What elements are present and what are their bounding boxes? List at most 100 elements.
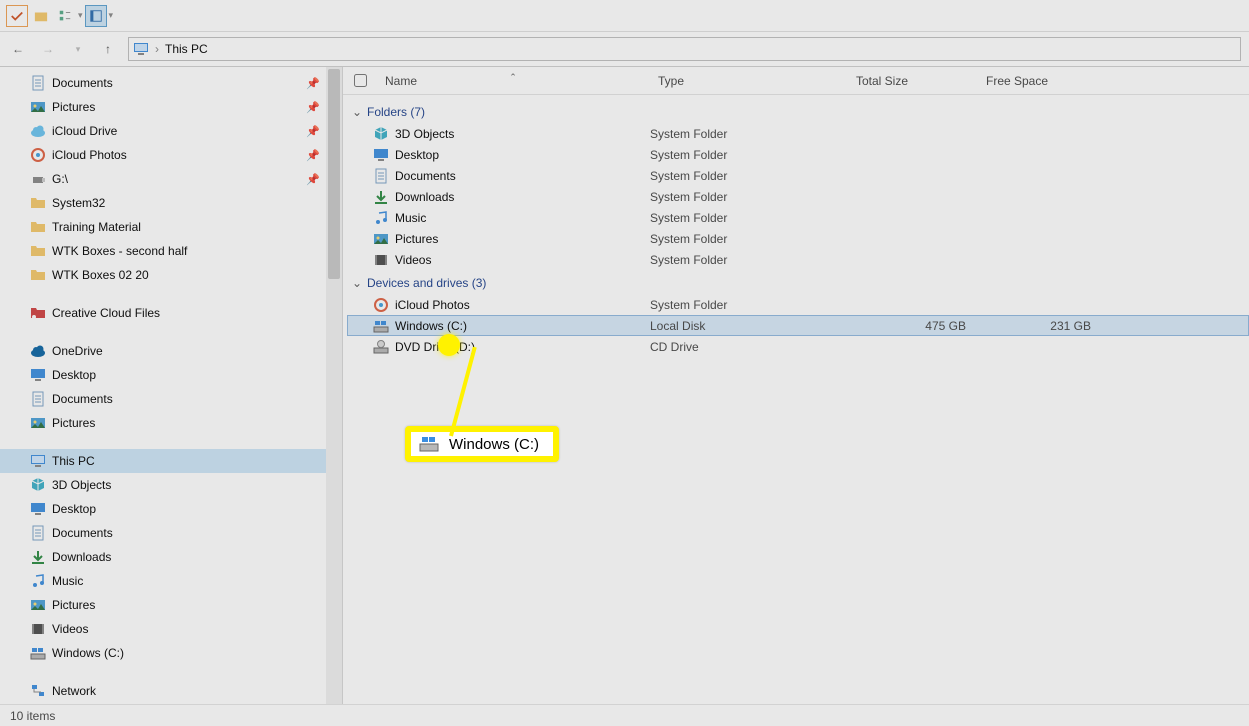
list-item-icloud-photos[interactable]: iCloud PhotosSystem Folder (347, 294, 1249, 315)
3d-icon (30, 477, 46, 493)
dvd-icon (373, 339, 389, 355)
desktop-icon (373, 147, 389, 163)
content-pane: Name⌃ Type Total Size Free Space ⌄Folder… (343, 67, 1249, 704)
sidebar-item-pictures[interactable]: Pictures (0, 411, 342, 435)
group-header-folders[interactable]: ⌄Folders (7) (347, 101, 1249, 123)
sidebar-item-pictures[interactable]: Pictures📌 (0, 95, 342, 119)
column-name[interactable]: Name⌃ (377, 74, 650, 88)
video-icon (30, 621, 46, 637)
sidebar-item-pictures[interactable]: Pictures (0, 593, 342, 617)
pc-icon (30, 453, 46, 469)
pin-icon: 📌 (306, 101, 320, 114)
icloud-drive-icon (30, 123, 46, 139)
creative-icon (30, 305, 46, 321)
sidebar-item-wtk-boxes-second-half[interactable]: WTK Boxes - second half (0, 239, 342, 263)
folder-icon (30, 267, 46, 283)
folder-icon (30, 195, 46, 211)
desktop-icon (30, 367, 46, 383)
breadcrumb-separator: › (155, 42, 159, 56)
sidebar-item-desktop[interactable]: Desktop (0, 363, 342, 387)
column-free-space[interactable]: Free Space (978, 74, 1113, 88)
music-icon (30, 573, 46, 589)
sidebar-item-this-pc[interactable]: This PC (0, 449, 342, 473)
annotation-callout: Windows (C:) (405, 426, 559, 462)
sidebar-item-documents[interactable]: Documents (0, 521, 342, 545)
sidebar-item-windows-c[interactable]: Windows (C:) (0, 641, 342, 665)
list-item-music[interactable]: MusicSystem Folder (347, 207, 1249, 228)
onedrive-icon (30, 343, 46, 359)
sidebar-item-wtk-boxes-02-20[interactable]: WTK Boxes 02 20 (0, 263, 342, 287)
pic-icon (30, 99, 46, 115)
sidebar-item-videos[interactable]: Videos (0, 617, 342, 641)
sidebar-item-g[interactable]: G:\📌 (0, 167, 342, 191)
list-item-3d-objects[interactable]: 3D ObjectsSystem Folder (347, 123, 1249, 144)
sidebar-item-system32[interactable]: System32 (0, 191, 342, 215)
sidebar-item-desktop[interactable]: Desktop (0, 497, 342, 521)
pin-icon: 📌 (306, 149, 320, 162)
column-headers: Name⌃ Type Total Size Free Space (343, 67, 1249, 95)
recent-dropdown[interactable]: ▾ (68, 39, 88, 59)
doc-icon (30, 75, 46, 91)
sidebar-item-3d-objects[interactable]: 3D Objects (0, 473, 342, 497)
sidebar-scrollbar[interactable] (326, 67, 342, 704)
callout-label: Windows (C:) (449, 436, 539, 453)
sidebar-item-downloads[interactable]: Downloads (0, 545, 342, 569)
sidebar-item-documents[interactable]: Documents📌 (0, 71, 342, 95)
qat-view-button[interactable] (85, 5, 107, 27)
pin-icon: 📌 (306, 125, 320, 138)
music-icon (373, 210, 389, 226)
list-item-documents[interactable]: DocumentsSystem Folder (347, 165, 1249, 186)
list-item-pictures[interactable]: PicturesSystem Folder (347, 228, 1249, 249)
list-item-downloads[interactable]: DownloadsSystem Folder (347, 186, 1249, 207)
status-text: 10 items (10, 709, 55, 723)
net-icon (30, 683, 46, 699)
navigation-bar: ← → ▾ ↑ › This PC (0, 32, 1249, 66)
sidebar-item-creative-cloud-files[interactable]: Creative Cloud Files (0, 301, 342, 325)
usb-icon (30, 171, 46, 187)
doc-icon (373, 168, 389, 184)
select-all-checkbox[interactable] (354, 74, 367, 87)
pic-icon (30, 597, 46, 613)
down-icon (373, 189, 389, 205)
folder-icon (30, 219, 46, 235)
navigation-pane: Documents📌Pictures📌iCloud Drive📌iCloud P… (0, 67, 343, 704)
list-item-dvd-drive-d[interactable]: DVD Drive (D:)CD Drive (347, 336, 1249, 357)
list-item-windows-c[interactable]: Windows (C:)Local Disk475 GB231 GB (347, 315, 1249, 336)
doc-icon (30, 391, 46, 407)
qat-new-folder-button[interactable] (30, 5, 52, 27)
back-button[interactable]: ← (8, 39, 28, 59)
drive-icon (30, 645, 46, 661)
drive-icon (419, 434, 439, 454)
sidebar-item-network[interactable]: Network (0, 679, 342, 703)
icloud-photos-icon (373, 297, 389, 313)
down-icon (30, 549, 46, 565)
icloud-photos-icon (30, 147, 46, 163)
quick-access-toolbar: ▾ ▾ (0, 0, 1249, 32)
up-button[interactable]: ↑ (98, 39, 118, 59)
drive-icon (373, 318, 389, 334)
sidebar-item-documents[interactable]: Documents (0, 387, 342, 411)
qat-properties-button[interactable] (6, 5, 28, 27)
forward-button[interactable]: → (38, 39, 58, 59)
pc-icon (133, 41, 149, 57)
qat-dropdown-button[interactable] (54, 5, 76, 27)
sidebar-item-icloud-photos[interactable]: iCloud Photos📌 (0, 143, 342, 167)
sidebar-item-onedrive[interactable]: OneDrive (0, 339, 342, 363)
address-location[interactable]: This PC (165, 42, 208, 56)
list-item-desktop[interactable]: DesktopSystem Folder (347, 144, 1249, 165)
address-bar[interactable]: › This PC (128, 37, 1241, 61)
desktop-icon (30, 501, 46, 517)
pic-icon (373, 231, 389, 247)
sidebar-item-music[interactable]: Music (0, 569, 342, 593)
pin-icon: 📌 (306, 173, 320, 186)
group-header-drives[interactable]: ⌄Devices and drives (3) (347, 272, 1249, 294)
video-icon (373, 252, 389, 268)
pic-icon (30, 415, 46, 431)
sidebar-item-training-material[interactable]: Training Material (0, 215, 342, 239)
chevron-down-icon: ⌄ (351, 105, 363, 119)
list-item-videos[interactable]: VideosSystem Folder (347, 249, 1249, 270)
column-total-size[interactable]: Total Size (848, 74, 978, 88)
column-type[interactable]: Type (650, 74, 848, 88)
status-bar: 10 items (0, 704, 1249, 726)
sidebar-item-icloud-drive[interactable]: iCloud Drive📌 (0, 119, 342, 143)
